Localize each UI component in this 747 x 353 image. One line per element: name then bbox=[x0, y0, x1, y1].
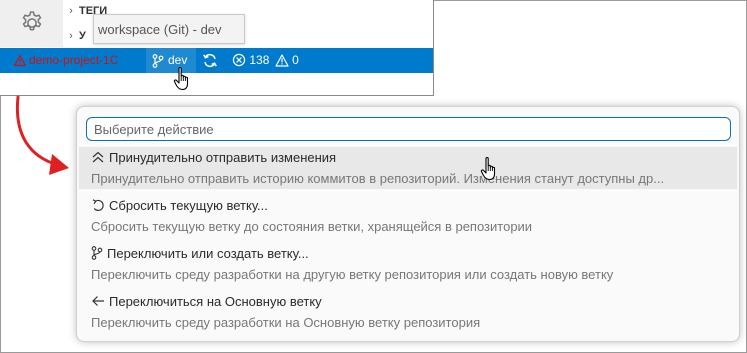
quick-pick-item-label: Переключить или создать ветку... bbox=[91, 244, 309, 264]
quick-pick-item-switch-main[interactable]: Переключиться на Основную ветку Переключ… bbox=[79, 291, 737, 333]
quick-pick-dialog: Принудительно отправить изменения Принуд… bbox=[76, 106, 740, 342]
quick-pick-item-detail: Переключить среду разработки на другую в… bbox=[91, 267, 614, 282]
errors-count: 138 bbox=[249, 53, 270, 67]
git-branch-icon bbox=[91, 246, 103, 260]
quick-pick-item-force-push[interactable]: Принудительно отправить изменения Принуд… bbox=[79, 147, 737, 189]
status-project-label: demo-project-1C bbox=[29, 53, 119, 67]
quick-pick-item-label: Переключиться на Основную ветку bbox=[91, 292, 322, 312]
double-chevron-up-icon bbox=[92, 151, 104, 163]
hand-cursor-icon bbox=[480, 156, 496, 181]
tree-section-second[interactable]: › У bbox=[63, 25, 86, 47]
quick-pick-item-switch-branch[interactable]: Переключить или создать ветку... Переклю… bbox=[79, 243, 737, 285]
quick-pick-item-label: Принудительно отправить изменения bbox=[91, 148, 336, 168]
quick-pick-item-detail: Переключить среду разработки на Основную… bbox=[91, 315, 481, 330]
branch-tooltip: workspace (Git) - dev bbox=[93, 14, 245, 44]
error-icon bbox=[232, 53, 246, 67]
chevron-right-icon: › bbox=[69, 5, 73, 17]
status-bar: demo-project-1C dev 138 0 bbox=[0, 48, 433, 73]
undo-icon bbox=[92, 199, 104, 211]
warning-icon bbox=[14, 55, 26, 66]
activity-bar bbox=[0, 0, 63, 47]
chevron-right-icon: › bbox=[69, 30, 73, 42]
git-branch-icon bbox=[152, 54, 164, 68]
quick-pick-item-label: Сбросить текущую ветку... bbox=[91, 196, 268, 216]
quick-pick-item-reset-branch[interactable]: Сбросить текущую ветку... Сбросить текущ… bbox=[79, 195, 737, 237]
vscode-window-crop: › ТЕГИ › У demo-project-1C dev 138 0 wor… bbox=[0, 0, 434, 96]
quick-pick-item-detail: Сбросить текущую ветку до состояния ветк… bbox=[91, 219, 533, 234]
quick-pick-input[interactable] bbox=[86, 117, 731, 141]
arrow-left-icon bbox=[92, 296, 104, 306]
hand-cursor-icon bbox=[173, 66, 189, 91]
status-project[interactable]: demo-project-1C bbox=[0, 48, 146, 73]
tooltip-text: workspace (Git) - dev bbox=[98, 22, 222, 37]
item-label-text: Принудительно отправить изменения bbox=[109, 150, 337, 165]
status-problems[interactable]: 138 0 bbox=[232, 48, 301, 73]
tree-section-label: У bbox=[79, 30, 86, 42]
warnings-count: 0 bbox=[292, 53, 299, 67]
item-label-text: Переключить или создать ветку... bbox=[107, 246, 309, 261]
warning-icon bbox=[275, 54, 289, 67]
sync-icon[interactable] bbox=[202, 53, 218, 68]
gear-icon[interactable] bbox=[19, 10, 45, 36]
annotation-arrow bbox=[15, 95, 69, 175]
item-label-text: Сбросить текущую ветку... bbox=[109, 198, 268, 213]
quick-pick-item-detail: Принудительно отправить историю коммитов… bbox=[91, 171, 665, 186]
item-label-text: Переключиться на Основную ветку bbox=[109, 294, 322, 309]
